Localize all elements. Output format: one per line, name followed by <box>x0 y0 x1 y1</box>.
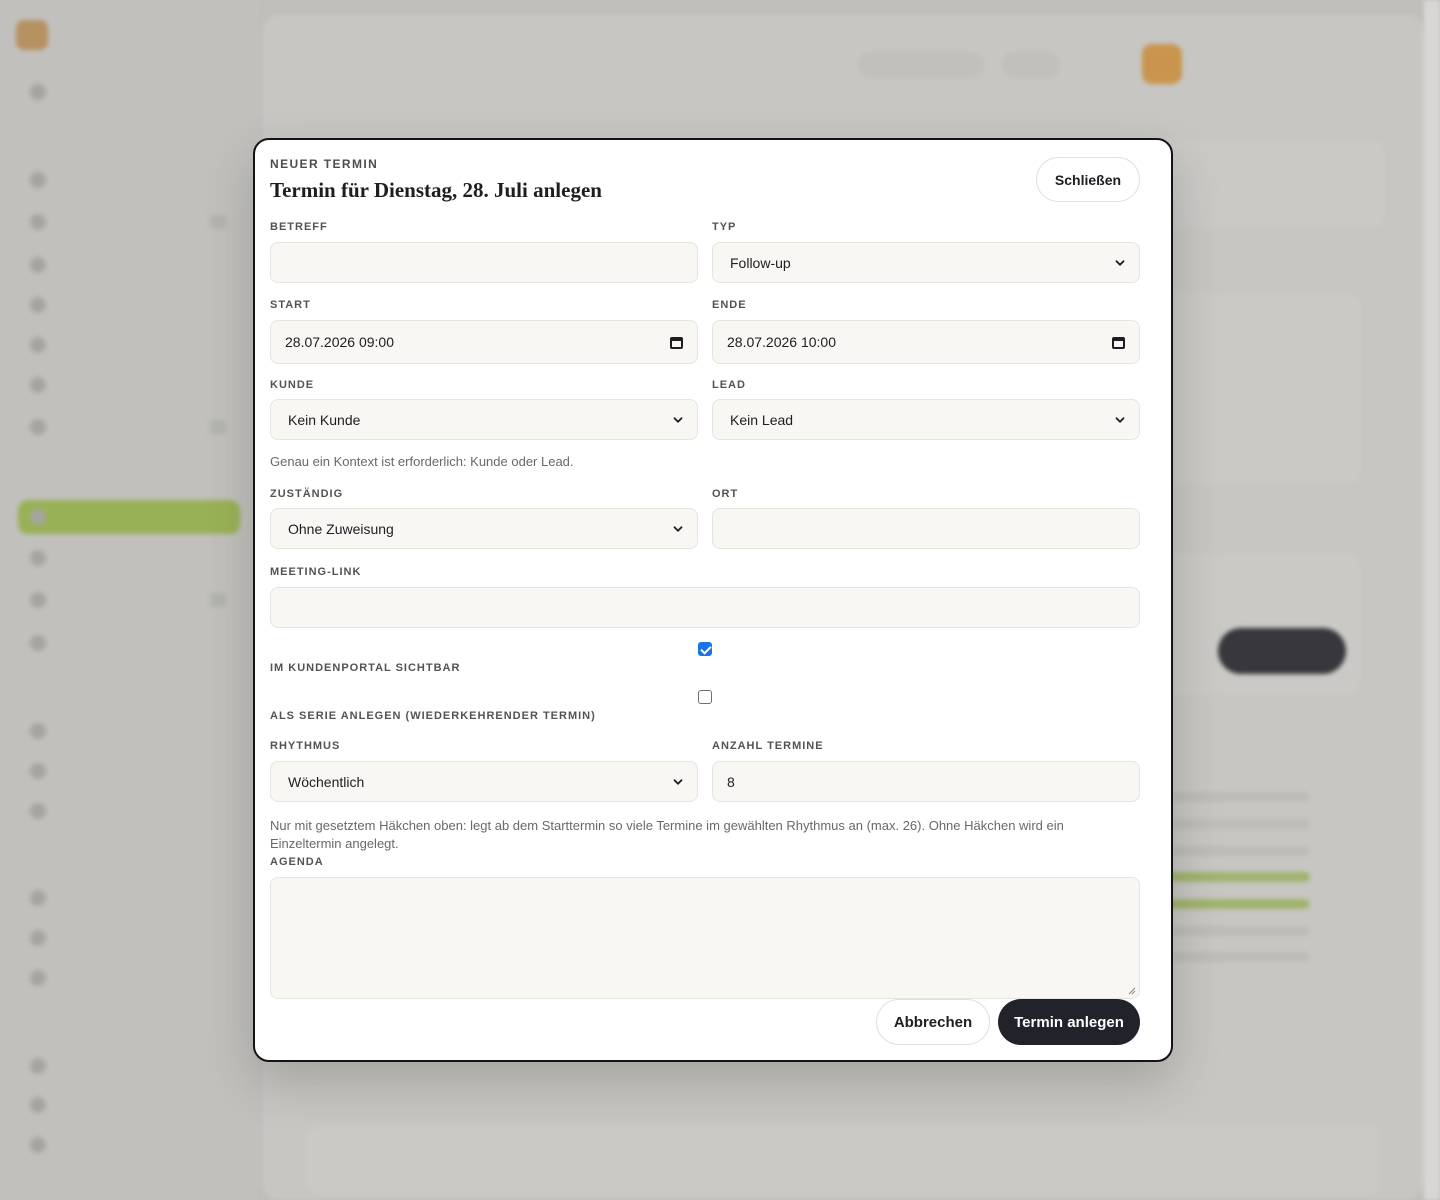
chevron-down-icon <box>673 525 683 532</box>
agenda-label: AGENDA <box>270 856 324 868</box>
type-label: TYP <box>712 221 737 233</box>
start-datetime-input[interactable]: 28.07.2026 09:00 <box>270 320 698 364</box>
resize-handle-icon[interactable] <box>1128 987 1136 995</box>
chevron-down-icon <box>1115 416 1125 423</box>
count-input[interactable]: 8 <box>712 761 1140 802</box>
customer-select[interactable]: Kein Kunde <box>270 399 698 440</box>
cancel-button[interactable]: Abbrechen <box>876 999 990 1045</box>
count-label: ANZAHL TERMINE <box>712 740 824 752</box>
new-appointment-dialog: NEUER TERMIN Termin für Dienstag, 28. Ju… <box>253 138 1173 1062</box>
portal-visible-label: IM KUNDENPORTAL SICHTBAR <box>270 662 461 674</box>
customer-value: Kein Kunde <box>288 411 361 428</box>
owner-select[interactable]: Ohne Zuweisung <box>270 508 698 549</box>
owner-label: ZUSTÄNDIG <box>270 488 344 500</box>
agenda-textarea[interactable] <box>270 877 1140 999</box>
lead-select[interactable]: Kein Lead <box>712 399 1140 440</box>
end-datetime-input[interactable]: 28.07.2026 10:00 <box>712 320 1140 364</box>
location-input[interactable] <box>712 508 1140 549</box>
customer-label: KUNDE <box>270 379 315 391</box>
end-value: 28.07.2026 10:00 <box>727 334 836 350</box>
count-value: 8 <box>727 773 735 790</box>
meeting-link-input[interactable] <box>270 587 1140 628</box>
lead-value: Kein Lead <box>730 411 794 428</box>
dialog-eyebrow: NEUER TERMIN <box>270 157 379 171</box>
close-button[interactable]: Schließen <box>1036 157 1140 202</box>
series-label: ALS SERIE ANLEGEN (WIEDERKEHRENDER TERMI… <box>270 710 596 722</box>
chevron-down-icon <box>673 416 683 423</box>
series-checkbox[interactable] <box>698 690 712 704</box>
start-value: 28.07.2026 09:00 <box>285 334 394 350</box>
location-label: ORT <box>712 488 739 500</box>
calendar-icon[interactable] <box>1112 336 1125 349</box>
rhythm-select[interactable]: Wöchentlich <box>270 761 698 802</box>
portal-visible-checkbox[interactable] <box>698 642 712 656</box>
type-value: Follow-up <box>730 254 791 271</box>
lead-label: LEAD <box>712 379 746 391</box>
subject-label: BETREFF <box>270 221 328 233</box>
type-select[interactable]: Follow-up <box>712 242 1140 283</box>
meeting-link-label: MEETING-LINK <box>270 566 362 578</box>
rhythm-label: RHYTHMUS <box>270 740 341 752</box>
chevron-down-icon <box>1115 259 1125 266</box>
subject-input[interactable] <box>270 242 698 283</box>
series-hint: Nur mit gesetztem Häkchen oben: legt ab … <box>270 818 1064 851</box>
rhythm-value: Wöchentlich <box>288 773 365 790</box>
context-hint: Genau ein Kontext ist erforderlich: Kund… <box>270 454 574 469</box>
end-label: ENDE <box>712 299 747 311</box>
owner-value: Ohne Zuweisung <box>288 520 394 537</box>
start-label: START <box>270 299 311 311</box>
calendar-icon[interactable] <box>670 336 683 349</box>
chevron-down-icon <box>673 778 683 785</box>
create-appointment-button[interactable]: Termin anlegen <box>998 999 1140 1045</box>
dialog-title: Termin für Dienstag, 28. Juli anlegen <box>270 178 602 202</box>
